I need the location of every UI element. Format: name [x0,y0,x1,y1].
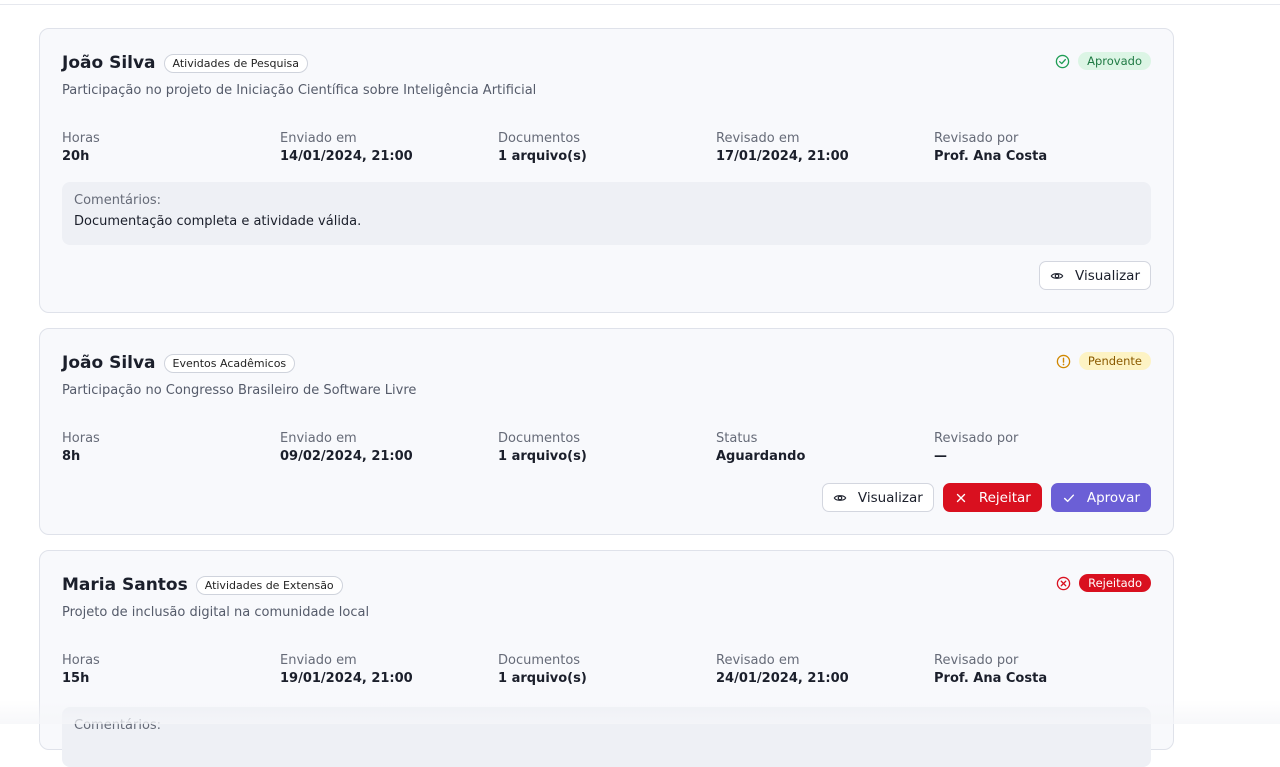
field-label: Enviado em [280,431,357,446]
view-button-label: Visualizar [1075,267,1140,284]
comment-text: Documentação completa e atividade válida… [74,214,362,229]
field-value: 19/01/2024, 21:00 [280,671,413,686]
field-value: 24/01/2024, 21:00 [716,671,849,686]
field-label: Revisado por [934,653,1019,668]
field-value: — [934,449,947,464]
field-value: 14/01/2024, 21:00 [280,149,413,164]
field-value: 1 arquivo(s) [498,449,587,464]
view-button[interactable]: Visualizar [1039,261,1151,290]
field-documents: Documentos 1 arquivo(s) [498,131,716,164]
field-label: Documentos [498,131,581,146]
field-hours: Horas 8h [62,431,280,464]
field-label: Horas [62,653,100,668]
field-status: Status Aguardando [716,431,934,464]
activity-card: João Silva Atividades de Pesquisa Aprova… [39,28,1174,313]
reject-button[interactable]: Rejeitar [942,483,1042,512]
field-value: 1 arquivo(s) [498,671,587,686]
activity-description: Participação no Congresso Brasileiro de … [62,383,417,398]
eye-icon [833,494,847,501]
status-badge: Pendente [1078,352,1151,370]
comment-box: Comentários: Documentação completa e ati… [62,182,1151,245]
bottom-fade [0,700,1280,724]
status-badge: Aprovado [1078,52,1151,70]
field-sent-at: Enviado em 19/01/2024, 21:00 [280,653,498,686]
card-header: Maria Santos Atividades de Extensão [62,575,343,595]
view-button[interactable]: Visualizar [821,483,934,512]
alert-circle-icon [1056,354,1071,368]
field-label: Documentos [498,653,581,668]
category-tag: Atividades de Extensão [195,575,343,595]
activity-fields: Horas 20h Enviado em 14/01/2024, 21:00 Doc… [62,131,1152,164]
field-label: Horas [62,431,100,446]
field-sent-at: Enviado em 09/02/2024, 21:00 [280,431,498,464]
field-value: 09/02/2024, 21:00 [280,449,413,464]
check-circle-icon [1055,54,1070,68]
student-name: João Silva [62,353,156,373]
field-reviewed-by: Revisado por Prof. Ana Costa [934,653,1152,686]
eye-icon [1050,272,1064,279]
card-header: João Silva Atividades de Pesquisa [62,53,308,73]
field-value: 8h [62,449,81,464]
field-reviewed-by: Revisado por Prof. Ana Costa [934,131,1152,164]
activity-fields: Horas 15h Enviado em 19/01/2024, 21:00 Doc… [62,653,1152,686]
field-value: 15h [62,671,90,686]
view-button-label: Visualizar [857,489,923,506]
field-label: Revisado por [934,431,1019,446]
field-value: 1 arquivo(s) [498,149,587,164]
field-value: Prof. Ana Costa [934,149,1048,164]
field-label: Enviado em [280,653,357,668]
top-divider [0,4,1280,5]
field-label: Revisado em [716,131,800,146]
field-sent-at: Enviado em 14/01/2024, 21:00 [280,131,498,164]
x-circle-icon [1056,576,1071,590]
activity-fields: Horas 8h Enviado em 09/02/2024, 21:00 Docu… [62,431,1152,464]
field-reviewed-by: Revisado por — [934,431,1152,464]
field-hours: Horas 15h [62,653,280,686]
activity-description: Projeto de inclusão digital na comunidad… [62,605,370,620]
field-label: Revisado por [934,131,1019,146]
student-name: Maria Santos [62,575,188,595]
check-icon [1063,494,1074,502]
activity-card: João Silva Eventos Acadêmicos Pendente P… [39,328,1174,535]
activity-description: Participação no projeto de Iniciação Cie… [62,83,537,98]
field-label: Status [716,431,758,446]
field-reviewed-at: Revisado em 17/01/2024, 21:00 [716,131,934,164]
card-actions: Visualizar Rejeitar Aprovar [821,483,1151,512]
card-header: João Silva Eventos Acadêmicos [62,353,296,373]
card-actions: Visualizar [1039,261,1151,290]
field-label: Revisado em [716,653,800,668]
student-name: João Silva [62,53,156,73]
status-indicator: Pendente [1056,352,1151,370]
field-value: Aguardando [716,449,806,464]
field-documents: Documentos 1 arquivo(s) [498,653,716,686]
status-badge: Rejeitado [1079,574,1151,592]
field-label: Enviado em [280,131,357,146]
approve-button[interactable]: Aprovar [1050,483,1151,512]
field-value: 17/01/2024, 21:00 [716,149,849,164]
status-indicator: Rejeitado [1056,574,1151,592]
category-tag: Eventos Acadêmicos [163,353,296,373]
field-value: 20h [62,149,90,164]
field-label: Documentos [498,431,581,446]
field-hours: Horas 20h [62,131,280,164]
field-value: Prof. Ana Costa [934,671,1048,686]
comment-label: Comentários: [74,193,162,208]
field-label: Horas [62,131,100,146]
field-reviewed-at: Revisado em 24/01/2024, 21:00 [716,653,934,686]
field-documents: Documentos 1 arquivo(s) [498,431,716,464]
close-icon [956,493,966,502]
category-tag: Atividades de Pesquisa [163,53,308,73]
status-indicator: Aprovado [1055,52,1151,70]
reject-button-label: Rejeitar [978,489,1031,506]
approve-button-label: Aprovar [1086,489,1140,506]
